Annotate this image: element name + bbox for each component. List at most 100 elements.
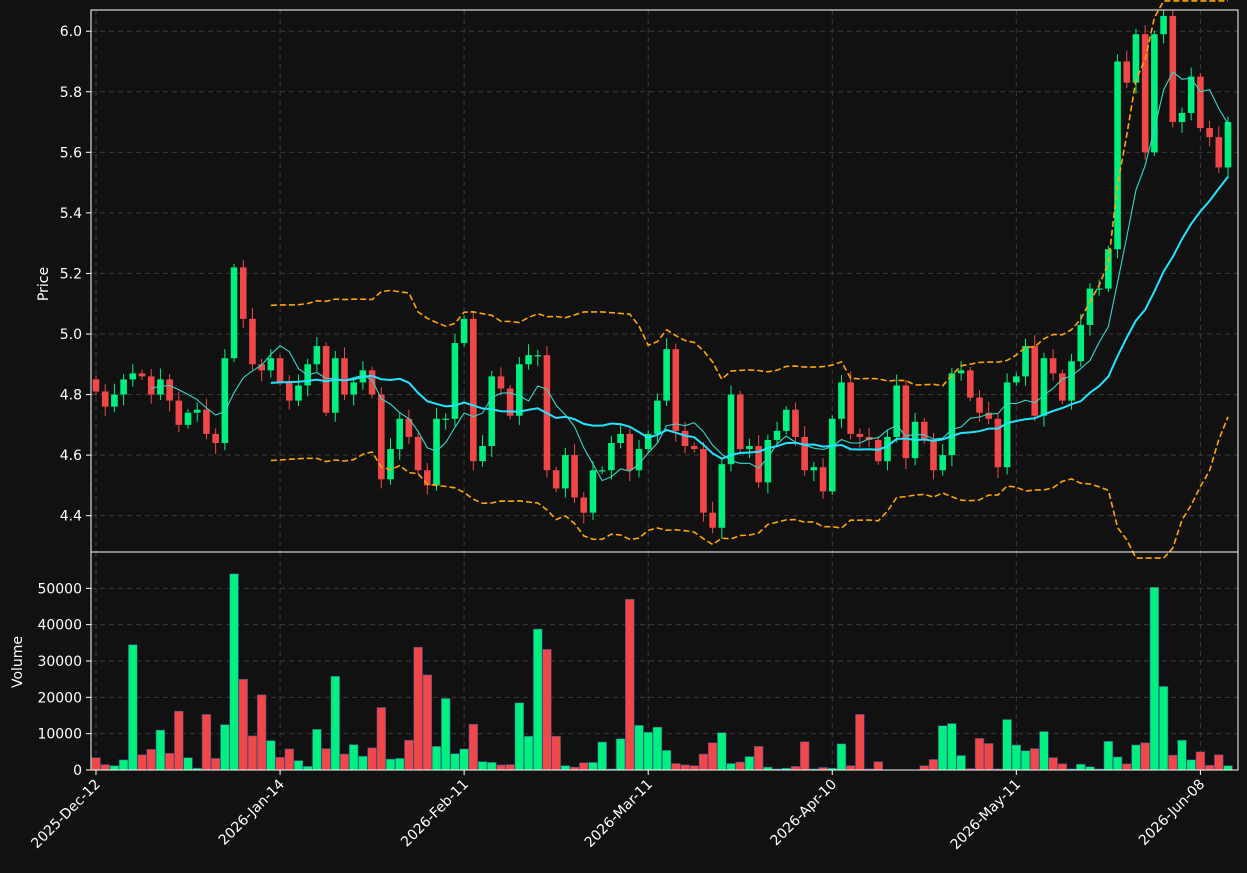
- price-tick-label: 5.2: [60, 266, 82, 282]
- volume-bar: [422, 674, 433, 771]
- volume-bar: [302, 766, 313, 771]
- volume-bar: [275, 756, 285, 771]
- candle-body: [534, 355, 542, 357]
- candle-body: [810, 467, 818, 471]
- candle: [221, 349, 229, 451]
- candle-body: [396, 418, 404, 450]
- candle-body: [147, 376, 155, 395]
- volume-bar: [1204, 764, 1215, 771]
- candle-body: [212, 433, 219, 443]
- candle-body: [470, 318, 477, 462]
- volume-bar: [358, 755, 368, 771]
- volume-bar: [256, 694, 267, 771]
- volume-bar: [146, 748, 156, 771]
- candle-body: [249, 318, 256, 365]
- volume-bar: [312, 729, 322, 771]
- candle-body: [819, 467, 827, 492]
- volume-tick-label: 10000: [37, 727, 82, 743]
- volume-bar: [1186, 759, 1196, 771]
- candle: [1114, 54, 1121, 259]
- candle: [672, 343, 680, 442]
- volume-bar: [1158, 686, 1169, 771]
- volume-bar: [744, 756, 755, 771]
- volume-bar: [183, 757, 193, 771]
- volume-bar: [293, 760, 304, 771]
- candle-body: [608, 442, 615, 471]
- candle-body: [939, 455, 946, 471]
- candle-body: [626, 433, 634, 471]
- volume-bar: [376, 707, 387, 771]
- volume-bar: [284, 748, 294, 771]
- volume-bar: [1103, 740, 1114, 771]
- volume-bar: [339, 753, 350, 771]
- candle-body: [718, 464, 726, 528]
- price-tick-label: 4.4: [60, 509, 82, 525]
- candle-body: [1215, 137, 1223, 168]
- candle-body: [1206, 128, 1213, 138]
- volume-bar: [505, 764, 515, 771]
- candle-body: [341, 358, 348, 395]
- volume-bar: [450, 753, 460, 771]
- candle-body: [1178, 112, 1186, 123]
- candle-body: [193, 409, 201, 413]
- candle-body: [331, 358, 339, 413]
- candle: [1169, 10, 1177, 128]
- volume-bar: [109, 765, 120, 771]
- candle: [902, 380, 910, 470]
- candle-body: [562, 455, 569, 489]
- candle-body: [1169, 16, 1177, 123]
- candle-body: [746, 446, 753, 450]
- candle-body: [1224, 122, 1232, 168]
- price-tick-label: 4.6: [60, 448, 82, 464]
- price-tick-label: 5.8: [60, 85, 82, 101]
- candle-body: [101, 391, 109, 407]
- candle-body: [957, 370, 965, 374]
- volume-bar: [615, 738, 626, 771]
- candle-body: [792, 409, 799, 437]
- volume-bar: [625, 598, 635, 771]
- volume-bar: [533, 628, 543, 771]
- candle: [368, 366, 376, 399]
- volume-bar: [974, 738, 985, 771]
- volume-bar: [726, 763, 736, 771]
- volume-bar: [1214, 754, 1224, 771]
- volume-bar: [1011, 744, 1022, 771]
- candle-body: [1040, 358, 1048, 416]
- candle-body: [893, 385, 900, 437]
- candle-body: [322, 346, 330, 413]
- volume-bar: [643, 731, 653, 771]
- candle-body: [654, 400, 661, 434]
- candle-body: [516, 364, 523, 416]
- candle-body: [451, 343, 459, 419]
- volume-bar: [1122, 763, 1132, 771]
- volume-bar: [680, 764, 690, 771]
- candle-body: [111, 394, 118, 407]
- candle-body: [976, 397, 983, 413]
- candle-body: [1049, 358, 1057, 374]
- candle-body: [1031, 346, 1039, 416]
- volume-tick-label: 50000: [37, 581, 82, 597]
- volume-tick-label: 30000: [37, 654, 82, 670]
- candle-body: [801, 436, 808, 471]
- candle-body: [1123, 61, 1131, 83]
- volume-bar: [1195, 751, 1206, 771]
- volume-bar: [560, 765, 571, 771]
- volume-tick-label: 20000: [37, 690, 82, 706]
- price-tick-label: 5.6: [60, 145, 82, 161]
- candle-body: [221, 358, 229, 443]
- volume-bar: [1112, 756, 1123, 771]
- volume-bar: [707, 742, 718, 771]
- candle-body: [368, 370, 376, 395]
- volume-bar: [671, 763, 681, 771]
- volume-bar: [551, 735, 561, 771]
- candle-body: [847, 382, 854, 434]
- candle-body: [295, 385, 302, 401]
- candle: [1031, 335, 1039, 422]
- volume-bar: [487, 762, 497, 771]
- volume-bar: [496, 764, 506, 771]
- volume-bar: [1177, 739, 1187, 771]
- candle-body: [1059, 373, 1066, 401]
- volume-bar: [367, 747, 377, 771]
- candle-body: [902, 385, 910, 459]
- candle-body: [700, 449, 707, 513]
